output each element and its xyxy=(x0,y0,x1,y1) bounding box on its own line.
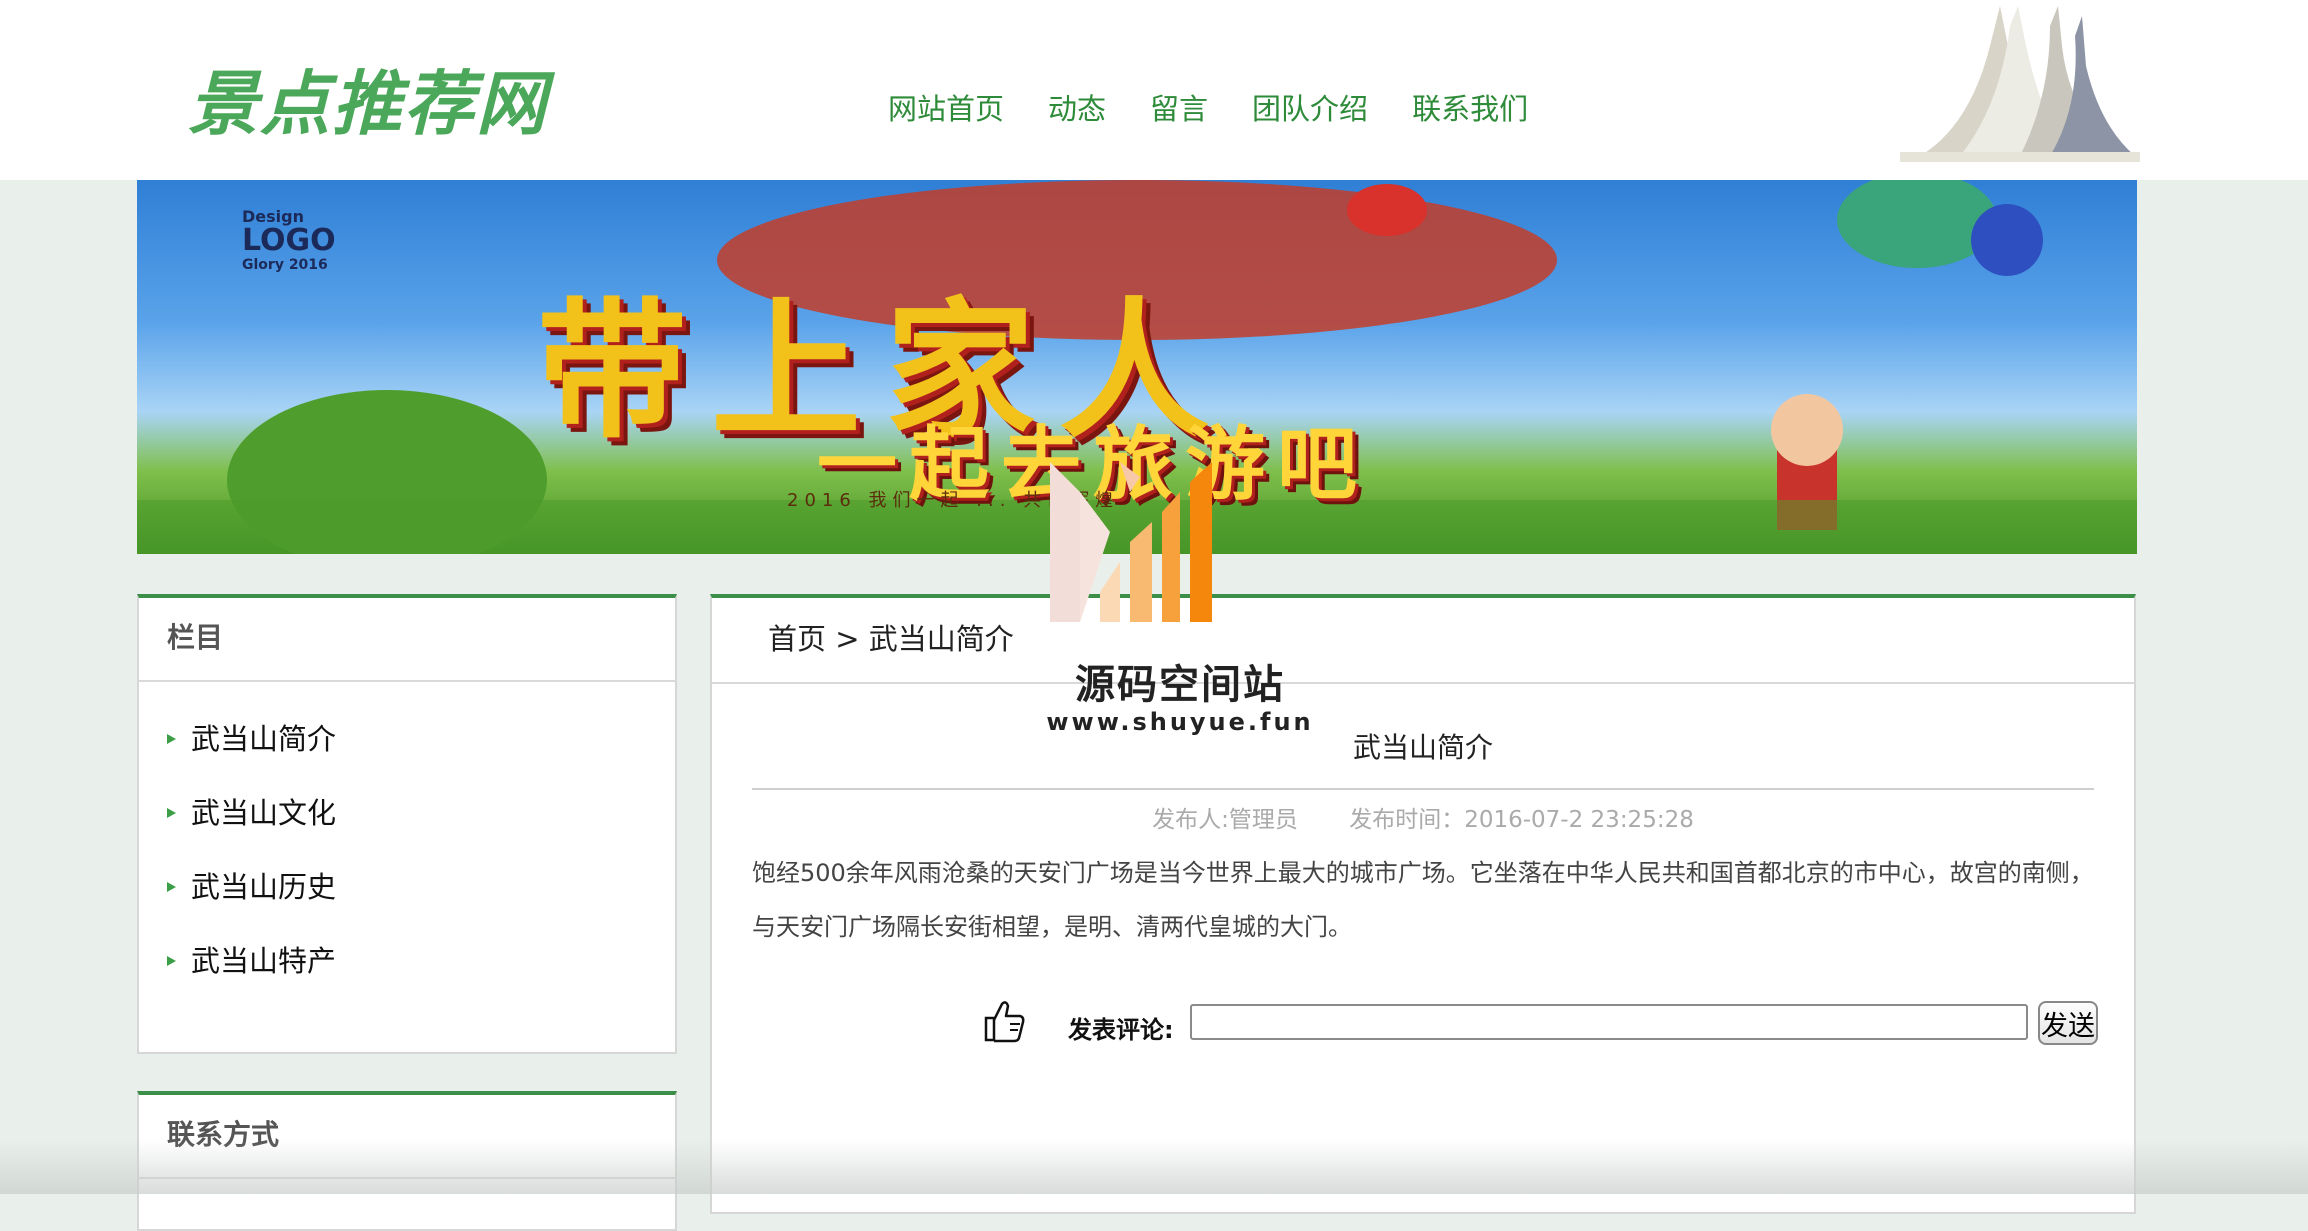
send-button[interactable]: 发送 xyxy=(2038,1001,2098,1045)
breadcrumb-current: 武当山简介 xyxy=(868,622,1014,656)
nav-item-news[interactable]: 动态 xyxy=(1048,86,1106,128)
watermark-url: www.shuyue.fun xyxy=(1046,708,1314,736)
nav-item-messages[interactable]: 留言 xyxy=(1150,86,1208,128)
article-author: 发布人:管理员 xyxy=(1152,807,1298,833)
article-title: 武当山简介 xyxy=(1352,731,1493,764)
article-panel: 首页 > 武当山简介 武当山简介 发布人:管理员 发布时间：2016-07-2 … xyxy=(710,594,2136,1214)
site-logo[interactable]: 景点推荐网 xyxy=(188,48,548,149)
contact-panel-title: 联系方式 xyxy=(139,1095,675,1179)
category-item[interactable]: 武当山特产 xyxy=(139,924,675,998)
comment-form: 发表评论: 发送 xyxy=(982,998,2102,1048)
nav-item-home[interactable]: 网站首页 xyxy=(888,86,1004,128)
category-panel: 栏目 武当山简介 武当山文化 武当山历史 武当山特产 xyxy=(137,594,677,1054)
category-list: 武当山简介 武当山文化 武当山历史 武当山特产 xyxy=(139,682,675,998)
contact-panel: 联系方式 xyxy=(137,1091,677,1231)
watermark-logo-icon xyxy=(1050,462,1212,622)
article-time: 发布时间：2016-07-2 23:25:28 xyxy=(1349,807,1694,833)
nav-item-contact[interactable]: 联系我们 xyxy=(1412,86,1528,128)
comment-label: 发表评论: xyxy=(1068,1016,1174,1044)
category-panel-title: 栏目 xyxy=(139,598,675,682)
banner-logo-line: LOGO xyxy=(242,223,336,258)
main-nav: 网站首页 动态 留言 团队介绍 联系我们 xyxy=(888,86,1528,128)
banner-logo: Design LOGO Glory 2016 xyxy=(242,205,336,277)
site-header: 景点推荐网 网站首页 动态 留言 团队介绍 联系我们 xyxy=(0,0,2308,180)
article-body: 饱经500余年风雨沧桑的天安门广场是当今世界上最大的城市广场。它坐落在中华人民共… xyxy=(752,859,2094,941)
comment-input[interactable] xyxy=(1190,1004,2028,1040)
breadcrumb-separator: > xyxy=(826,622,869,656)
watermark: 源码空间站 www.shuyue.fun xyxy=(1040,452,1320,742)
breadcrumb-home[interactable]: 首页 xyxy=(768,622,826,656)
landmark-tower-image xyxy=(1900,6,2140,162)
category-item[interactable]: 武当山历史 xyxy=(139,850,675,924)
nav-item-team[interactable]: 团队介绍 xyxy=(1252,86,1368,128)
breadcrumb: 首页 > 武当山简介 xyxy=(712,598,2134,684)
thumbs-up-icon[interactable] xyxy=(982,998,1026,1044)
category-item[interactable]: 武当山简介 xyxy=(139,702,675,776)
watermark-name: 源码空间站 xyxy=(1075,662,1285,708)
article-meta: 发布人:管理员 发布时间：2016-07-2 23:25:28 xyxy=(712,800,2134,834)
banner-logo-line: Glory 2016 xyxy=(242,257,328,273)
article-divider xyxy=(752,788,2094,790)
category-item[interactable]: 武当山文化 xyxy=(139,776,675,850)
